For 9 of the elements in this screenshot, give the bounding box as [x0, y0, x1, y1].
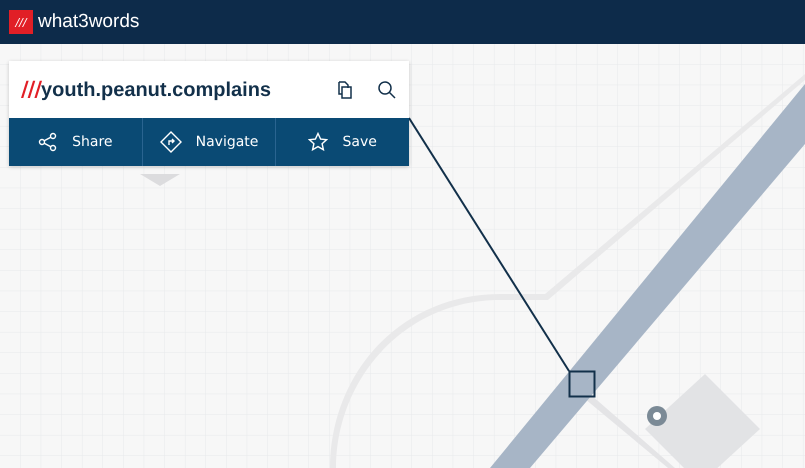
search-icon[interactable]	[377, 80, 397, 100]
selected-square	[568, 370, 596, 398]
logo-mark: ///	[9, 10, 33, 34]
direction-sign-icon	[160, 131, 182, 153]
share-icon	[38, 132, 58, 152]
star-icon	[308, 132, 328, 152]
address-words: youth.peanut.complains	[41, 79, 272, 101]
address-slashes: ///	[21, 77, 42, 101]
logo-text: what3words	[38, 11, 140, 33]
